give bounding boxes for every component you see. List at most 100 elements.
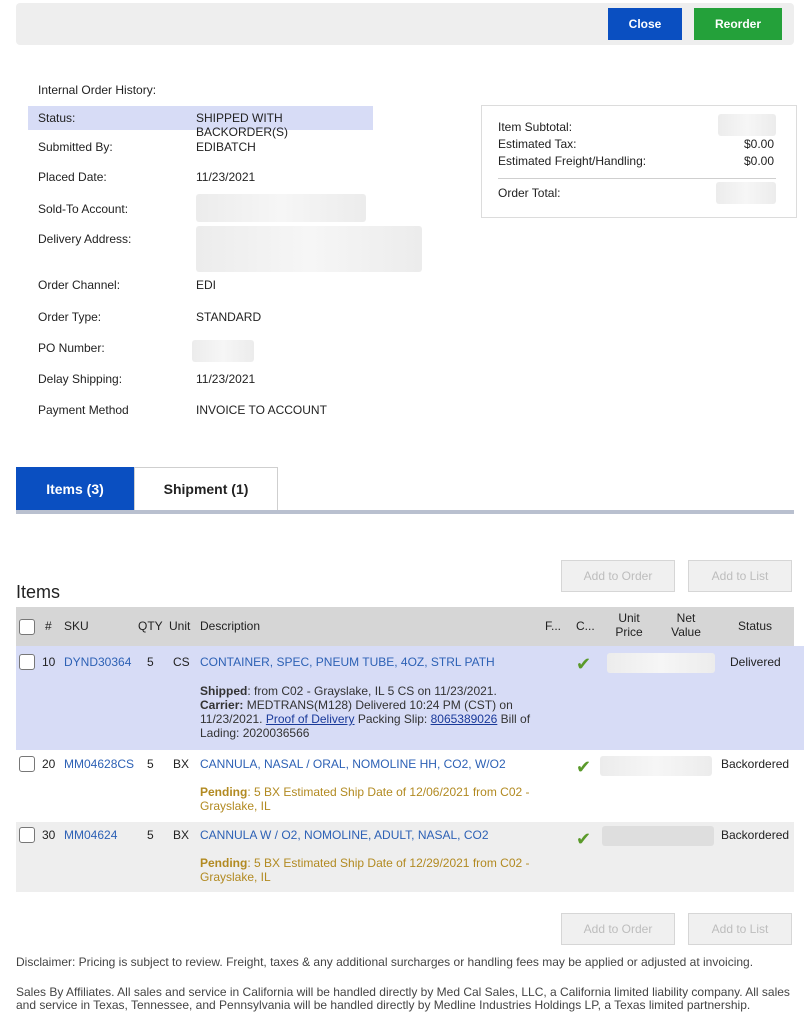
delay-shipping-row: Delay Shipping: 11/23/2021 [28,367,373,391]
col-status[interactable]: Status [738,619,772,633]
item-subtotal-label: Item Subtotal: [498,120,573,134]
close-button[interactable]: Close [608,8,682,40]
col-c[interactable]: C... [576,619,595,633]
status-value: Delivered [730,655,781,669]
field-label: Delivery Address: [38,232,132,246]
carrier-label: Carrier: [200,698,244,712]
unit-value: BX [173,757,190,771]
items-table-header: # SKU QTY Unit Description F... C... Uni… [16,607,794,646]
packing-slip-link[interactable]: 8065389026 [431,712,498,726]
items-section-title: Items [16,582,61,602]
add-to-list-button-bottom[interactable]: Add to List [688,913,792,945]
add-to-list-button-top[interactable]: Add to List [688,560,792,592]
packing-slip-text: Packing Slip: [354,712,431,726]
pricing-disclaimer: Disclaimer: Pricing is subject to review… [16,955,754,969]
est-freight-value: $0.00 [743,154,774,168]
submitted-by-value: EDIBATCH [196,140,256,154]
col-unit-price[interactable]: Unit Price [613,611,645,639]
add-to-order-button-bottom[interactable]: Add to Order [561,913,675,945]
est-freight-row: Estimated Freight/Handling: $0.00 [498,154,774,168]
proof-of-delivery-link[interactable]: Proof of Delivery [266,712,355,726]
field-label: Order Channel: [38,278,121,292]
redacted-price [600,756,712,776]
internal-order-history-title: Internal Order History: [38,83,157,97]
order-total-label: Order Total: [498,186,561,200]
placed-date-row: Placed Date: 11/23/2021 [28,165,373,189]
delay-shipping-value: 11/23/2021 [196,372,256,386]
field-label: Placed Date: [38,170,107,184]
field-label: Status: [38,111,76,125]
redacted-order-total [716,182,776,204]
shipped-label: Shipped [200,684,248,698]
qty-value: 5 [147,655,154,669]
description-link[interactable]: CONTAINER, SPEC, PNEUM TUBE, 4OZ, STRL P… [200,655,495,669]
redacted-sold-to [196,194,366,222]
checkmark-icon: ✔ [576,829,592,849]
field-label: Submitted By: [38,140,113,154]
placed-date-value: 11/23/2021 [196,170,256,184]
col-unit[interactable]: Unit [169,619,190,633]
field-label: Order Type: [38,310,102,324]
sku-link[interactable]: MM04628CS [64,757,134,771]
shipped-text: : from C02 - Grayslake, IL 5 CS on 11/23… [247,684,497,698]
row-checkbox[interactable] [19,827,35,843]
reorder-button[interactable]: Reorder [694,8,782,40]
order-type-row: Order Type: STANDARD [28,305,373,329]
field-label: PO Number: [38,341,105,355]
col-description[interactable]: Description [200,619,260,633]
line-number: 20 [42,757,56,771]
redacted-subtotal [718,114,776,136]
pending-details: Pending: 5 BX Estimated Ship Date of 12/… [200,785,540,813]
row-checkbox[interactable] [19,756,35,772]
col-num: # [45,619,52,633]
col-f[interactable]: F... [545,619,561,633]
order-channel-value: EDI [196,278,217,292]
table-row: 20 MM04628CS 5 BX CANNULA, NASAL / ORAL,… [16,752,794,822]
payment-method-row: Payment Method INVOICE TO ACCOUNT [28,398,373,422]
col-qty[interactable]: QTY [138,619,163,633]
pending-label: Pending [200,785,248,799]
line-number: 30 [42,828,56,842]
status-value: Backordered [721,757,790,771]
order-channel-row: Order Channel: EDI [28,273,373,297]
order-summary: Item Subtotal: Estimated Tax: $0.00 Esti… [481,105,797,218]
field-label: Sold-To Account: [38,202,129,216]
pending-details: Pending: 5 BX Estimated Ship Date of 12/… [200,856,540,884]
select-all-checkbox[interactable] [19,619,35,635]
est-tax-label: Estimated Tax: [498,137,577,151]
est-tax-value: $0.00 [743,137,774,151]
summary-divider [498,178,776,179]
field-label: Delay Shipping: [38,372,123,386]
redacted-price [602,826,714,846]
est-freight-label: Estimated Freight/Handling: [498,154,647,168]
redacted-price [607,653,715,673]
payment-method-value: INVOICE TO ACCOUNT [196,403,327,417]
pending-label: Pending [200,856,248,870]
line-number: 10 [42,655,56,669]
qty-value: 5 [147,828,154,842]
add-to-order-button-top[interactable]: Add to Order [561,560,675,592]
redacted-po-number [192,340,254,362]
description-link[interactable]: CANNULA, NASAL / ORAL, NOMOLINE HH, CO2,… [200,757,506,771]
status-row: Status: SHIPPED WITH BACKORDER(S) [28,106,373,139]
tab-underline [16,510,794,514]
row-checkbox[interactable] [19,654,35,670]
affiliates-disclaimer: Sales By Affiliates. All sales and servi… [16,985,790,1012]
description-link[interactable]: CANNULA W / O2, NOMOLINE, ADULT, NASAL, … [200,828,489,842]
status-value: Backordered [721,828,790,842]
order-type-value: STANDARD [196,310,262,324]
shipment-details: Shipped: from C02 - Grayslake, IL 5 CS o… [200,684,540,740]
col-net-value[interactable]: Net Value [670,611,702,639]
tab-items[interactable]: Items (3) [16,467,134,510]
submitted-by-row: Submitted By: EDIBATCH [28,135,373,159]
sku-link[interactable]: DYND30364 [64,655,131,669]
col-sku[interactable]: SKU [64,619,89,633]
qty-value: 5 [147,757,154,771]
tab-shipment[interactable]: Shipment (1) [134,467,278,510]
checkmark-icon: ✔ [576,757,592,777]
pending-text: : 5 BX Estimated Ship Date of 12/29/2021… [200,856,530,884]
redacted-address [196,226,422,272]
est-tax-row: Estimated Tax: $0.00 [498,137,774,151]
sku-link[interactable]: MM04624 [64,828,117,842]
unit-value: CS [173,655,190,669]
